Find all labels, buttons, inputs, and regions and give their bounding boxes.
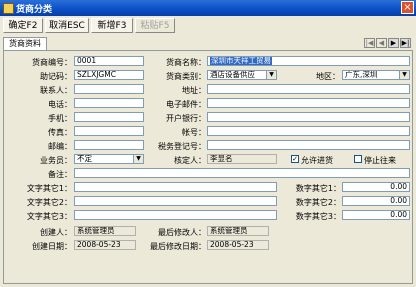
contact-field[interactable]	[74, 84, 144, 94]
nav-next-button[interactable]: ▶	[388, 38, 399, 48]
address-field[interactable]	[207, 84, 410, 94]
paste-button[interactable]: 粘贴F5	[135, 18, 175, 33]
tab-supplier-info[interactable]: 货商资料	[3, 37, 47, 50]
nav-last-button[interactable]: ▶|	[400, 38, 411, 48]
app-icon	[3, 3, 14, 14]
category-dropdown-icon[interactable]: ▼	[266, 71, 276, 79]
stop-dealing-label: 停止往来	[364, 156, 396, 165]
title-bar: 货商分类 ×	[0, 0, 416, 16]
name-value: 深圳市天祥工贸易	[210, 56, 272, 65]
mnemonic-field[interactable]: SZLXJGMC	[74, 70, 144, 80]
fax-field[interactable]	[74, 126, 144, 136]
stop-dealing-checkbox[interactable]	[354, 155, 362, 163]
phone-label: 电话：	[48, 100, 72, 109]
region-select[interactable]: 广东,深圳 ▼	[342, 70, 410, 80]
region-value: 广东,深圳	[345, 70, 378, 79]
category-select[interactable]: 酒店设备供应 ▼	[207, 70, 277, 80]
category-label: 货商类别：	[166, 72, 206, 81]
num2-label: 数字其它2：	[295, 198, 341, 207]
bank-label: 开户银行：	[166, 114, 206, 123]
taxid-field[interactable]	[207, 140, 410, 150]
business-select[interactable]: 不定 ▼	[74, 154, 144, 164]
account-field[interactable]	[207, 126, 410, 136]
toolbar: 确定F2 取消ESC 新增F3 粘贴F5	[0, 16, 416, 36]
taxid-label: 税务登记号：	[158, 142, 206, 151]
window-title: 货商分类	[16, 5, 53, 15]
created-label: 创建日期：	[32, 242, 72, 251]
name-field[interactable]: 深圳市天祥工贸易	[207, 56, 410, 66]
text3-field[interactable]	[74, 210, 277, 220]
account-label: 帐号：	[182, 128, 206, 137]
region-dropdown-icon[interactable]: ▼	[399, 71, 409, 79]
remark-label: 备注：	[48, 170, 72, 179]
category-value: 酒店设备供应	[210, 70, 255, 79]
remark-field[interactable]	[74, 168, 410, 178]
nav-prev-button[interactable]: ◀	[376, 38, 387, 48]
bank-field[interactable]	[207, 112, 410, 122]
modified-label: 最后修改日期：	[150, 242, 206, 251]
code-field[interactable]: 0001	[74, 56, 144, 66]
form-panel: 货商编号： 0001 货商名称： 深圳市天祥工贸易 助记码： SZLXJGMC …	[3, 50, 413, 284]
num2-field[interactable]: 0.00	[342, 196, 410, 206]
email-field[interactable]	[207, 98, 410, 108]
text1-label: 文字其它1：	[26, 184, 72, 193]
text2-label: 文字其它2：	[26, 198, 72, 207]
contact-label: 联系人：	[40, 86, 72, 95]
num1-label: 数字其它1：	[295, 184, 341, 193]
text1-field[interactable]	[74, 182, 277, 192]
text2-field[interactable]	[74, 196, 277, 206]
num1-field[interactable]: 0.00	[342, 182, 410, 192]
business-label: 业务员：	[40, 156, 72, 165]
allow-purchase-label: 允许进货	[301, 156, 333, 165]
name-label: 货商名称：	[166, 58, 206, 67]
code-label: 货商编号：	[32, 58, 72, 67]
business-dropdown-icon[interactable]: ▼	[133, 155, 143, 163]
mobile-label: 手机：	[48, 114, 72, 123]
fax-label: 传真：	[48, 128, 72, 137]
close-button[interactable]: ×	[401, 1, 414, 14]
text3-label: 文字其它3：	[26, 212, 72, 221]
num3-field[interactable]: 0.00	[342, 210, 410, 220]
reviewer-label: 核定人：	[174, 156, 206, 165]
creator-field: 系统管理员	[74, 226, 136, 236]
region-label: 地区：	[316, 72, 340, 81]
phone-field[interactable]	[74, 98, 144, 108]
modifier-field: 系统管理员	[207, 226, 269, 236]
business-value: 不定	[77, 154, 92, 163]
reviewer-field: 李显名	[207, 154, 277, 164]
num3-label: 数字其它3：	[295, 212, 341, 221]
mobile-field[interactable]	[74, 112, 144, 122]
mnemonic-label: 助记码：	[40, 72, 72, 81]
cancel-button[interactable]: 取消ESC	[45, 18, 89, 33]
new-button[interactable]: 新增F3	[91, 18, 133, 33]
zip-label: 邮编：	[48, 142, 72, 151]
nav-first-button[interactable]: |◀	[364, 38, 375, 48]
modifier-label: 最后修改人：	[158, 228, 206, 237]
confirm-button[interactable]: 确定F2	[3, 18, 43, 33]
allow-purchase-checkbox[interactable]: ✓	[291, 155, 299, 163]
tab-strip: 货商资料 |◀ ◀ ▶ ▶|	[0, 36, 416, 50]
modified-field: 2008-05-23	[207, 240, 269, 250]
creator-label: 创建人：	[40, 228, 72, 237]
address-label: 地址：	[182, 86, 206, 95]
email-label: 电子邮件：	[166, 100, 206, 109]
